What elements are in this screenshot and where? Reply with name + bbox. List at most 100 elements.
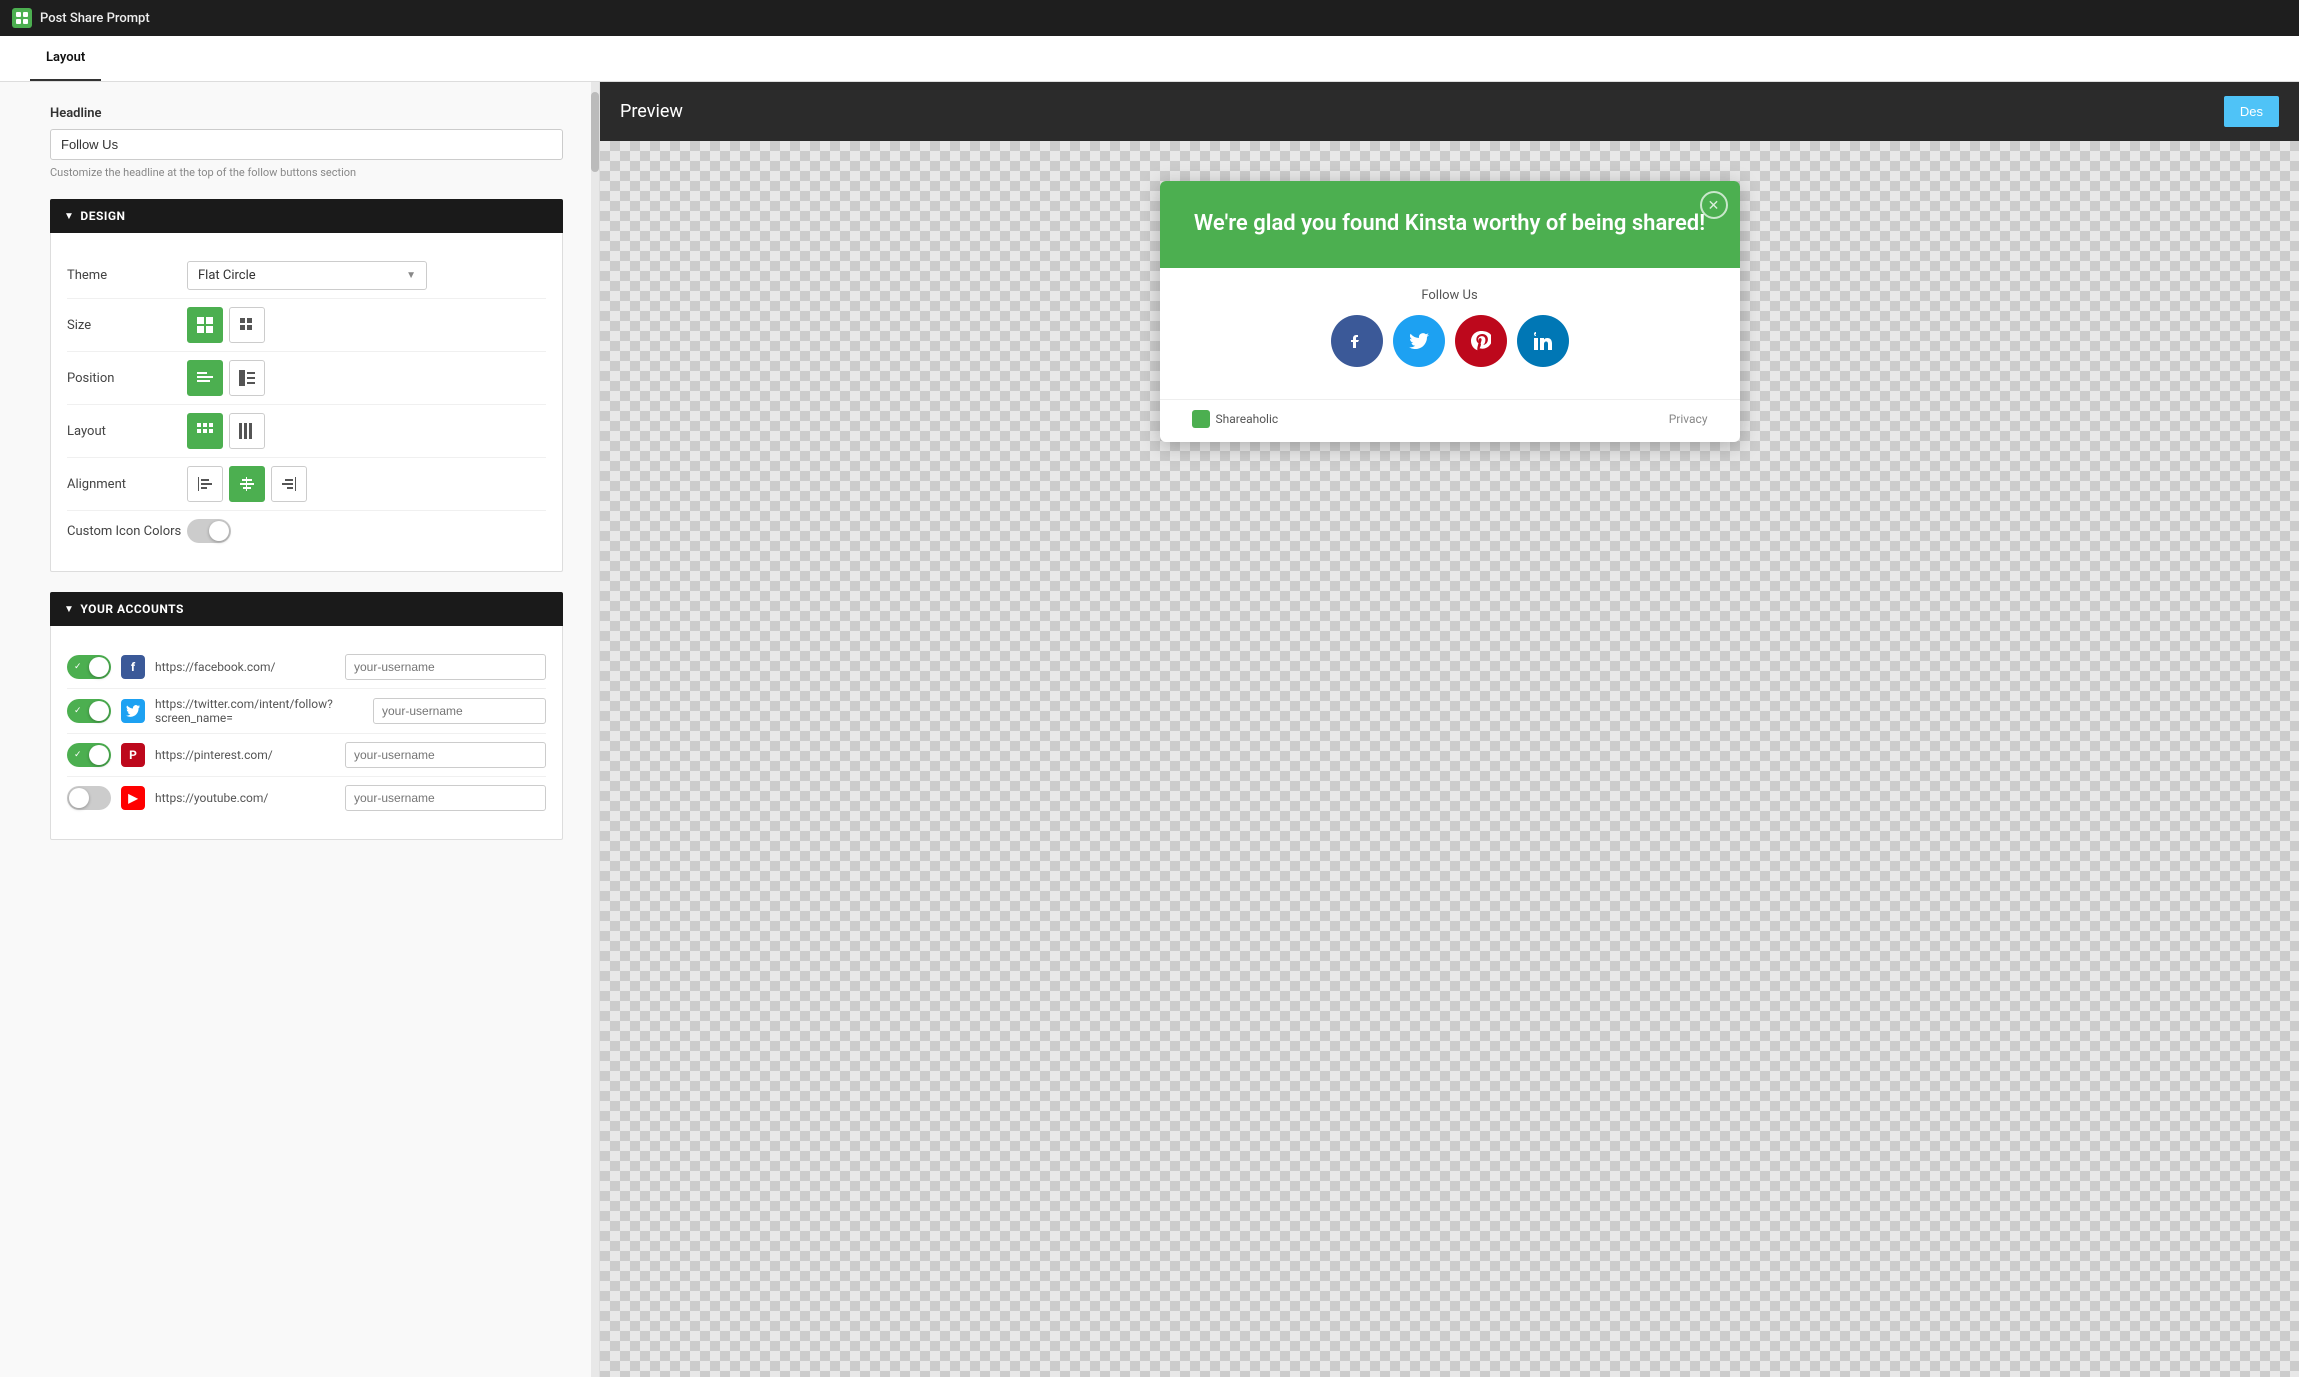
- modal-header: We're glad you found Kinsta worthy of be…: [1160, 181, 1740, 268]
- page-title: Post Share Prompt: [40, 11, 150, 26]
- twitter-username-input[interactable]: [373, 698, 546, 724]
- layout-row: Layout: [67, 405, 546, 458]
- main-layout: Headline Customize the headline at the t…: [0, 82, 2299, 1377]
- theme-control: Flat Circle ▼: [187, 261, 427, 290]
- toggle-check-icon-pi: ✓: [74, 750, 82, 760]
- modal-close-button[interactable]: ✕: [1700, 191, 1728, 219]
- linkedin-social-button[interactable]: [1517, 315, 1569, 367]
- left-panel: Headline Customize the headline at the t…: [0, 82, 600, 1377]
- toggle-check-icon: ✓: [74, 662, 82, 672]
- theme-dropdown[interactable]: Flat Circle ▼: [187, 261, 427, 290]
- align-right-button[interactable]: [271, 466, 307, 502]
- tab-layout[interactable]: Layout: [30, 36, 101, 81]
- shareaholic-logo: Shareaholic: [1192, 410, 1279, 428]
- shareaholic-text: Shareaholic: [1216, 412, 1279, 426]
- layout-label: Layout: [67, 424, 187, 439]
- size-label: Size: [67, 318, 187, 333]
- pinterest-username-input[interactable]: [345, 742, 546, 768]
- your-accounts-header[interactable]: ▼ YOUR ACCOUNTS: [50, 592, 563, 626]
- alignment-label: Alignment: [67, 477, 187, 492]
- tab-bar: Layout: [0, 36, 2299, 82]
- toggle-knob: [209, 521, 229, 541]
- custom-icon-colors-control: ✕: [187, 519, 231, 543]
- app-icon: [12, 8, 32, 28]
- preview-area: We're glad you found Kinsta worthy of be…: [600, 141, 2299, 1377]
- twitter-toggle[interactable]: ✓: [67, 699, 111, 723]
- privacy-link[interactable]: Privacy: [1669, 412, 1708, 426]
- modal-follow-text: Follow Us: [1192, 288, 1708, 303]
- accounts-label: YOUR ACCOUNTS: [80, 602, 184, 616]
- toggle-partial-knob: [69, 788, 89, 808]
- accounts-section-body: ✓ f https://facebook.com/ ✓: [50, 626, 563, 840]
- design-label: DESIGN: [80, 209, 125, 223]
- alignment-row: Alignment: [67, 458, 546, 511]
- alignment-control: [187, 466, 307, 502]
- facebook-toggle[interactable]: ✓: [67, 655, 111, 679]
- toggle-on-knob-pi: [89, 745, 109, 765]
- pinterest-toggle[interactable]: ✓: [67, 743, 111, 767]
- preview-title: Preview: [620, 101, 683, 122]
- position-control: [187, 360, 265, 396]
- youtube-url: https://youtube.com/: [155, 791, 335, 805]
- facebook-icon: f: [121, 655, 145, 679]
- custom-icon-colors-label: Custom Icon Colors: [67, 524, 187, 539]
- panel-content: Headline Customize the headline at the t…: [0, 82, 599, 884]
- pinterest-icon: P: [121, 743, 145, 767]
- scroll-thumb[interactable]: [591, 92, 599, 172]
- theme-label: Theme: [67, 268, 187, 283]
- twitter-url: https://twitter.com/intent/follow?screen…: [155, 697, 363, 725]
- align-center-button[interactable]: [229, 466, 265, 502]
- modal-header-text: We're glad you found Kinsta worthy of be…: [1192, 209, 1708, 240]
- facebook-url: https://facebook.com/: [155, 660, 335, 674]
- modal-body: Follow Us: [1160, 268, 1740, 399]
- layout-control: [187, 413, 265, 449]
- design-section-header[interactable]: ▼ DESIGN: [50, 199, 563, 233]
- facebook-username-input[interactable]: [345, 654, 546, 680]
- twitter-account-row: ✓ https://twitter.com/intent/follow?scre…: [67, 689, 546, 734]
- facebook-social-button[interactable]: [1331, 315, 1383, 367]
- right-panel: Preview Des We're glad you found Kinsta …: [600, 82, 2299, 1377]
- design-chevron-icon: ▼: [64, 211, 74, 222]
- facebook-account-row: ✓ f https://facebook.com/: [67, 646, 546, 689]
- position-row: Position: [67, 352, 546, 405]
- custom-icon-colors-toggle[interactable]: ✕: [187, 519, 231, 543]
- size-row: Size: [67, 299, 546, 352]
- size-small-button[interactable]: [229, 307, 265, 343]
- position-label: Position: [67, 371, 187, 386]
- position-text-button[interactable]: [187, 360, 223, 396]
- size-large-button[interactable]: [187, 307, 223, 343]
- your-accounts-section: ▼ YOUR ACCOUNTS ✓ f https://facebook.com…: [50, 592, 563, 840]
- preview-modal: We're glad you found Kinsta worthy of be…: [1160, 181, 1740, 442]
- toggle-on-knob-tw: [89, 701, 109, 721]
- layout-list-button[interactable]: [229, 413, 265, 449]
- toggle-check-icon-tw: ✓: [74, 706, 82, 716]
- pinterest-account-row: ✓ P https://pinterest.com/: [67, 734, 546, 777]
- theme-row: Theme Flat Circle ▼: [67, 253, 546, 299]
- youtube-toggle[interactable]: [67, 786, 111, 810]
- accounts-chevron-icon: ▼: [64, 604, 74, 615]
- headline-section: Headline Customize the headline at the t…: [50, 106, 563, 179]
- modal-footer: Shareaholic Privacy: [1160, 399, 1740, 442]
- design-section: ▼ DESIGN Theme Flat Circle ▼: [50, 199, 563, 572]
- headline-input[interactable]: [50, 129, 563, 160]
- twitter-social-button[interactable]: [1393, 315, 1445, 367]
- toggle-on-knob: [89, 657, 109, 677]
- design-section-body: Theme Flat Circle ▼ Size: [50, 233, 563, 572]
- pinterest-social-button[interactable]: [1455, 315, 1507, 367]
- twitter-icon: [121, 699, 145, 723]
- position-icon-button[interactable]: [229, 360, 265, 396]
- align-left-button[interactable]: [187, 466, 223, 502]
- pinterest-url: https://pinterest.com/: [155, 748, 335, 762]
- shareaholic-icon: [1192, 410, 1210, 428]
- headline-hint: Customize the headline at the top of the…: [50, 166, 563, 179]
- youtube-username-input[interactable]: [345, 785, 546, 811]
- layout-grid-button[interactable]: [187, 413, 223, 449]
- top-bar: Post Share Prompt: [0, 0, 2299, 36]
- youtube-account-row: ▶ https://youtube.com/: [67, 777, 546, 819]
- preview-header: Preview Des: [600, 82, 2299, 141]
- social-buttons: [1192, 315, 1708, 367]
- theme-value: Flat Circle: [198, 268, 256, 283]
- scroll-track[interactable]: [591, 82, 599, 1377]
- des-button[interactable]: Des: [2224, 96, 2279, 127]
- dropdown-arrow-icon: ▼: [406, 270, 416, 281]
